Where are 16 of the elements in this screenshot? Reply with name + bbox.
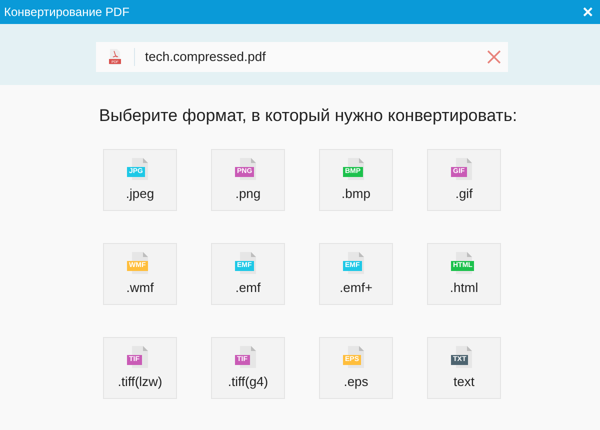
format-label: .tiff(g4) bbox=[228, 372, 268, 391]
window-title: Конвертирование PDF bbox=[4, 4, 130, 21]
format-label: .jpeg bbox=[126, 184, 154, 203]
format-label: .gif bbox=[455, 184, 473, 203]
format-label: .bmp bbox=[342, 184, 370, 203]
format-label: .wmf bbox=[126, 278, 154, 296]
format-label: .html bbox=[450, 278, 478, 296]
heading: Выберите формат, в который нужно конвертировать: bbox=[98, 105, 518, 127]
format-label: .emf+ bbox=[340, 278, 372, 296]
format-label: .png bbox=[235, 184, 261, 203]
format-label: .tiff(lzw) bbox=[118, 372, 162, 391]
remove-button[interactable] bbox=[486, 49, 502, 65]
format-label: text bbox=[454, 372, 474, 390]
file-name: tech.compressed.pdf bbox=[145, 48, 267, 66]
format-label: .eps bbox=[344, 372, 368, 391]
format-label: .emf bbox=[235, 278, 261, 296]
